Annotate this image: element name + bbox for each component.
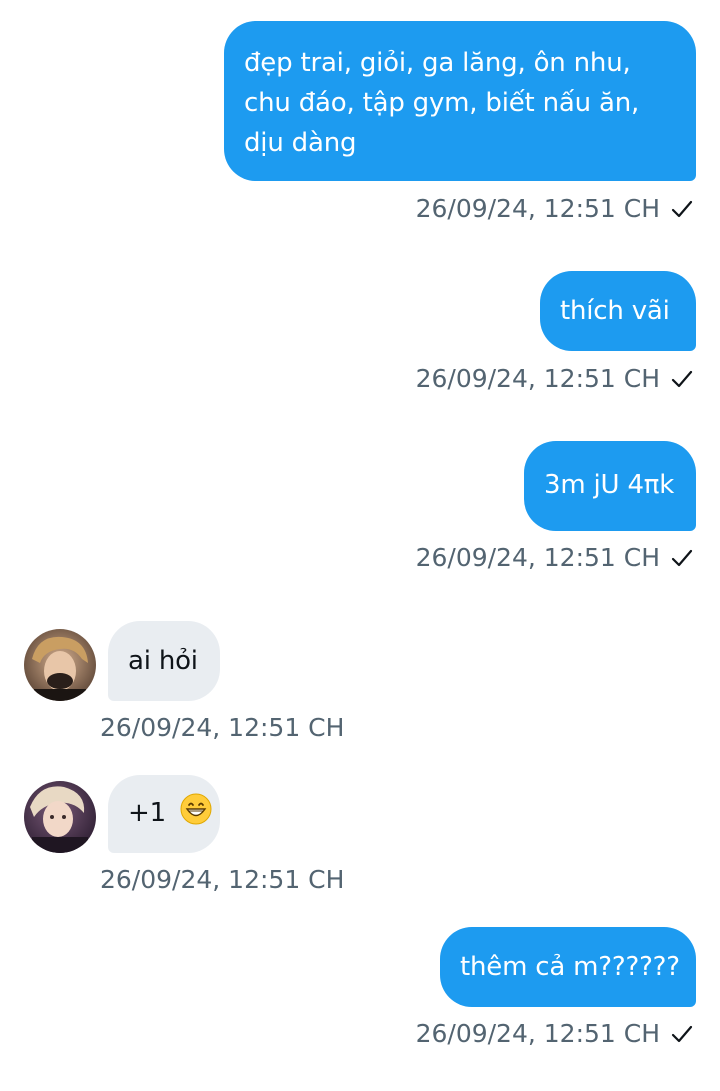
message-timestamp: 26/09/24, 12:51 CH: [415, 364, 660, 393]
message-timestamp: 26/09/24, 12:51 CH: [415, 1019, 660, 1048]
message-timestamp-row: 26/09/24, 12:51 CH: [416, 1019, 694, 1048]
user-avatar[interactable]: [24, 629, 96, 701]
message-text-line: dịu dàng: [244, 128, 357, 158]
outgoing-message-bubble[interactable]: thêm cả m??????: [440, 927, 696, 1007]
user-avatar[interactable]: [24, 781, 96, 853]
message-timestamp-row: 26/09/24, 12:51 CH: [416, 194, 694, 223]
incoming-message-bubble[interactable]: +1: [108, 775, 220, 853]
incoming-message-bubble[interactable]: ai hỏi: [108, 621, 220, 701]
user-avatar-image: [24, 781, 96, 853]
message-timestamp: 26/09/24, 12:51 CH: [100, 713, 345, 742]
message-text: +1: [128, 798, 166, 828]
user-avatar-image: [24, 629, 96, 701]
message-timestamp: 26/09/24, 12:51 CH: [415, 194, 660, 223]
message-timestamp-row: 26/09/24, 12:51 CH: [416, 364, 694, 393]
message-text-line: đẹp trai, giỏi, ga lăng, ôn nhu,: [244, 48, 631, 78]
message-text: 3m jU 4πk: [544, 470, 675, 500]
message-timestamp-row: 26/09/24, 12:51 CH: [100, 865, 344, 894]
message-timestamp: 26/09/24, 12:51 CH: [100, 865, 345, 894]
sent-check-icon: [671, 1025, 693, 1042]
message-text: thêm cả m??????: [460, 952, 680, 982]
message-text: thích vãi: [560, 296, 670, 326]
outgoing-message-bubble[interactable]: thích vãi: [540, 271, 696, 351]
sent-check-icon: [671, 370, 693, 387]
message-timestamp-row: 26/09/24, 12:51 CH: [416, 543, 694, 572]
sent-check-icon: [671, 200, 693, 217]
message-timestamp-row: 26/09/24, 12:51 CH: [100, 713, 344, 742]
outgoing-message-bubble[interactable]: đẹp trai, giỏi, ga lăng, ôn nhu, chu đáo…: [224, 21, 696, 181]
message-text-line: chu đáo, tập gym, biết nấu ăn,: [244, 88, 640, 118]
grinning-face-emoji-icon: [180, 793, 212, 825]
outgoing-message-bubble[interactable]: 3m jU 4πk: [524, 441, 696, 531]
sent-check-icon: [671, 549, 693, 566]
message-text: ai hỏi: [128, 646, 198, 676]
message-timestamp: 26/09/24, 12:51 CH: [415, 543, 660, 572]
chat-thread: đẹp trai, giỏi, ga lăng, ôn nhu, chu đáo…: [0, 0, 720, 1091]
